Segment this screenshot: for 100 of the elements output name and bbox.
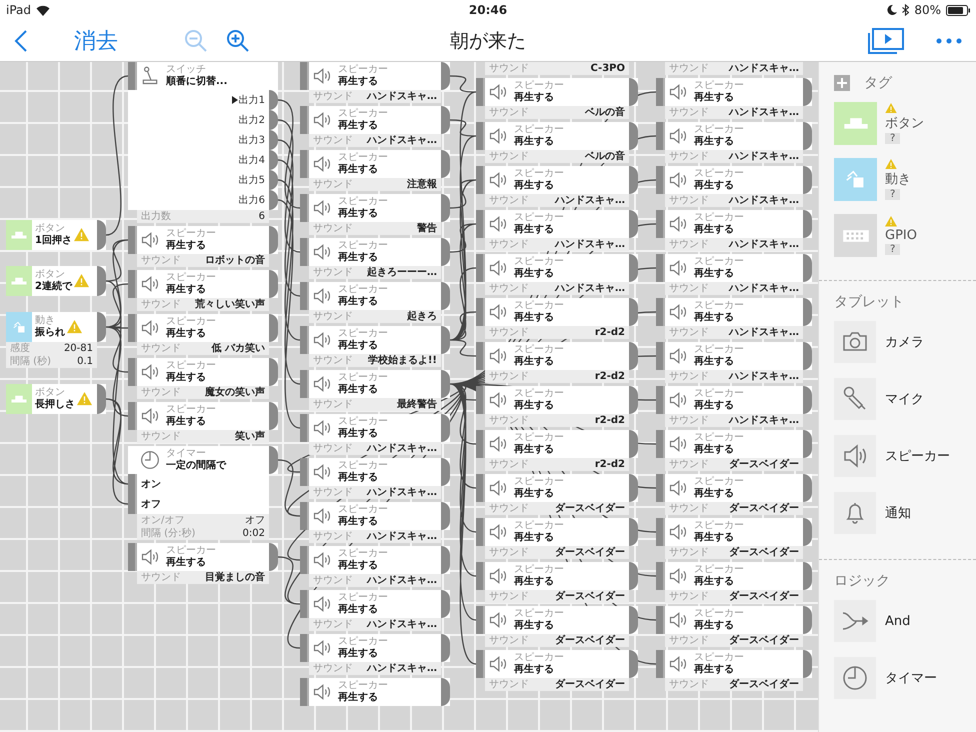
input-port[interactable] <box>476 474 485 502</box>
speaker-node[interactable]: スピーカー 再生する <box>300 590 450 618</box>
sound-row[interactable]: サウンド ハンドスキャ… <box>309 486 441 499</box>
sound-row[interactable]: サウンド ダースベイダー <box>665 634 803 647</box>
sound-row[interactable]: サウンド ハンドスキャ… <box>665 326 803 339</box>
sound-row[interactable]: サウンド 警告 <box>309 222 441 235</box>
output-port[interactable] <box>441 62 450 90</box>
input-port[interactable] <box>476 606 485 634</box>
sound-row[interactable]: サウンド r2-d2 <box>485 370 629 383</box>
output-port[interactable] <box>629 210 638 238</box>
speaker-node[interactable]: スピーカー 再生する <box>656 298 812 326</box>
speaker-node[interactable]: スピーカー 再生する <box>300 414 450 442</box>
output-port[interactable] <box>441 194 450 222</box>
tag-swatch[interactable] <box>834 214 877 257</box>
speaker-node[interactable]: スピーカー 再生する <box>300 326 450 354</box>
output-port[interactable] <box>629 342 638 370</box>
zoom-in-icon[interactable] <box>226 28 250 52</box>
input-port[interactable] <box>476 122 485 150</box>
output-port[interactable] <box>803 78 812 106</box>
input-port[interactable] <box>300 370 309 398</box>
camera-icon[interactable] <box>834 321 876 363</box>
speaker-node[interactable]: スピーカー 再生する <box>656 430 812 458</box>
sound-row[interactable]: サウンド ハンドスキャ… <box>309 530 441 543</box>
output-port[interactable] <box>803 298 812 326</box>
sound-row[interactable]: サウンド ダースベイダー <box>665 502 803 515</box>
input-port[interactable] <box>300 678 309 706</box>
speaker-node[interactable]: スピーカー 再生する <box>300 62 450 90</box>
speaker-node[interactable]: スピーカー 再生する <box>656 606 812 634</box>
output-port[interactable] <box>629 474 638 502</box>
sound-row[interactable]: サウンド ベルの音 <box>485 106 629 119</box>
tag-node[interactable]: 動き 振られ <box>6 312 106 342</box>
speaker-node[interactable]: スピーカー 再生する <box>476 298 638 326</box>
sound-row[interactable]: サウンド 魔女の笑い声 <box>137 386 269 399</box>
speaker-node[interactable]: スピーカー 再生する <box>656 210 812 238</box>
input-port[interactable] <box>300 414 309 442</box>
back-icon[interactable] <box>14 28 28 52</box>
input-port[interactable] <box>300 502 309 530</box>
input-port[interactable] <box>128 494 137 514</box>
speaker-node[interactable]: スピーカー 再生する <box>300 678 450 706</box>
speaker-node[interactable]: スピーカー 再生する <box>300 370 450 398</box>
output-port[interactable] <box>269 130 278 150</box>
sound-row[interactable]: サウンド 目覚ましの音 <box>137 571 269 584</box>
output-port[interactable] <box>629 606 638 634</box>
output-port[interactable] <box>803 562 812 590</box>
input-port[interactable] <box>476 210 485 238</box>
sound-row[interactable]: サウンド ハンドスキャ… <box>485 282 629 295</box>
sound-row[interactable]: サウンド r2-d2 <box>485 458 629 471</box>
sound-row[interactable]: サウンド 笑い声 <box>137 430 269 443</box>
switch-node[interactable]: スイッチ 順番に切替... <box>128 62 278 90</box>
speaker-node[interactable]: スピーカー 再生する <box>476 430 638 458</box>
speaker-node[interactable]: スピーカー 再生する <box>656 166 812 194</box>
input-port[interactable] <box>656 562 665 590</box>
output-port[interactable] <box>803 254 812 282</box>
output-port[interactable] <box>269 170 278 190</box>
input-port[interactable] <box>476 342 485 370</box>
input-port[interactable] <box>656 122 665 150</box>
speaker-node[interactable]: スピーカー 再生する <box>476 166 638 194</box>
output-port[interactable] <box>441 326 450 354</box>
microphone-icon[interactable] <box>834 378 876 420</box>
output-port[interactable] <box>269 110 278 130</box>
sound-row[interactable]: サウンド ハンドスキャ… <box>665 370 803 383</box>
sound-row[interactable]: サウンド ダースベイダー <box>665 678 803 691</box>
output-port[interactable] <box>269 314 278 342</box>
output-port[interactable] <box>803 342 812 370</box>
clear-button[interactable]: 消去 <box>46 26 126 56</box>
input-port[interactable] <box>656 210 665 238</box>
output-port[interactable] <box>269 446 278 474</box>
sound-row[interactable]: サウンド ハンドスキャ… <box>665 150 803 163</box>
input-port[interactable] <box>300 590 309 618</box>
speaker-node[interactable]: スピーカー 再生する <box>300 194 450 222</box>
output-port[interactable] <box>803 430 812 458</box>
sound-row[interactable]: サウンド ベルの音 <box>485 150 629 163</box>
input-port[interactable] <box>300 62 309 90</box>
output-port[interactable] <box>803 606 812 634</box>
sound-row[interactable]: サウンド 学校始まるよ!! <box>309 354 441 367</box>
sound-row[interactable]: サウンド ハンドスキャ… <box>309 134 441 147</box>
output-port[interactable] <box>269 543 278 571</box>
sound-row[interactable]: サウンド ダースベイダー <box>665 590 803 603</box>
speaker-node[interactable]: スピーカー 再生する <box>300 282 450 310</box>
input-port[interactable] <box>128 62 137 90</box>
sound-row[interactable]: サウンド 起きろ <box>309 310 441 323</box>
speaker-node[interactable]: スピーカー 再生する <box>476 650 638 678</box>
speaker-node[interactable]: スピーカー 再生する <box>300 502 450 530</box>
speaker-node[interactable]: スピーカー 再生する <box>128 314 278 342</box>
tag-node[interactable]: ボタン 2連続で <box>6 266 106 296</box>
speaker-node[interactable]: スピーカー 再生する <box>656 386 812 414</box>
output-port[interactable] <box>803 210 812 238</box>
output-port[interactable] <box>441 106 450 134</box>
output-port[interactable] <box>441 414 450 442</box>
sound-row[interactable]: サウンド 注意報 <box>309 178 441 191</box>
input-port[interactable] <box>128 358 137 386</box>
property-row[interactable]: オン/オフ オフ <box>137 514 269 527</box>
output-port[interactable] <box>97 312 106 342</box>
speaker-node[interactable]: スピーカー 再生する <box>656 122 812 150</box>
output-port[interactable] <box>629 166 638 194</box>
output-port[interactable] <box>629 122 638 150</box>
speaker-node[interactable]: スピーカー 再生する <box>656 562 812 590</box>
tag-swatch[interactable] <box>834 102 877 145</box>
speaker-node[interactable]: スピーカー 再生する <box>656 518 812 546</box>
input-port[interactable] <box>128 543 137 571</box>
